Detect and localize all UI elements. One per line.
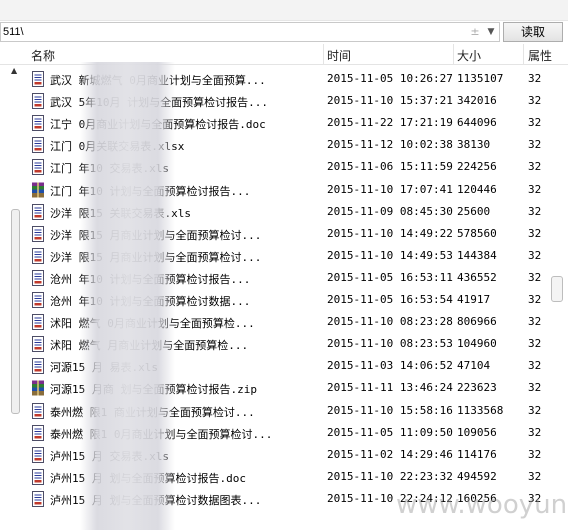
header-name[interactable]: 名称 <box>31 47 55 64</box>
file-time: 2015-11-10 17:07:41 <box>327 182 453 196</box>
file-time: 2015-11-11 13:46:24 <box>327 381 453 395</box>
file-time: 2015-11-10 14:49:53 <box>327 248 453 262</box>
file-time: 2015-11-05 10:26:27 <box>327 72 453 85</box>
file-size: 144384 <box>457 248 497 262</box>
file-attr: 32 <box>528 359 542 373</box>
document-icon <box>31 115 45 132</box>
document-icon <box>31 490 45 507</box>
file-attr: 32 <box>528 469 542 483</box>
file-time: 2015-11-22 17:21:19 <box>327 116 453 130</box>
file-time: 2015-11-02 14:29:46 <box>327 447 453 461</box>
file-time: 2015-11-10 14:49:22 <box>327 226 453 240</box>
file-attr: 32 <box>528 293 542 306</box>
file-size: 114176 <box>457 447 497 461</box>
file-attr: 32 <box>528 116 542 130</box>
file-size: 25600 <box>457 204 491 218</box>
file-size: 1133568 <box>457 403 504 417</box>
file-time: 2015-11-10 15:37:21 <box>327 94 453 108</box>
document-icon <box>31 314 45 331</box>
file-size: 644096 <box>457 116 497 130</box>
document-icon <box>31 446 45 463</box>
file-size: 104960 <box>457 337 497 351</box>
file-attr: 32 <box>528 447 542 461</box>
file-attr: 32 <box>528 182 542 196</box>
file-size: 41917 <box>457 293 491 306</box>
file-attr: 32 <box>528 337 542 351</box>
document-icon <box>31 71 45 87</box>
archive-icon <box>31 182 45 198</box>
file-size: 47104 <box>457 359 491 373</box>
file-attr: 32 <box>528 425 542 439</box>
header-size[interactable]: 大小 <box>457 47 481 64</box>
file-size: 436552 <box>457 270 497 284</box>
document-icon <box>31 93 45 110</box>
file-time: 2015-11-05 16:53:11 <box>327 270 453 284</box>
document-icon <box>31 137 45 154</box>
document-icon <box>31 358 45 375</box>
file-size: 342016 <box>457 94 497 108</box>
chevron-down-icon[interactable]: ▼ <box>485 25 497 39</box>
file-attr: 32 <box>528 403 542 417</box>
document-icon <box>31 468 45 485</box>
file-time: 2015-11-09 08:45:30 <box>327 204 453 218</box>
file-attr: 32 <box>528 204 542 218</box>
file-attr: 32 <box>528 381 542 395</box>
column-divider[interactable] <box>323 44 324 64</box>
file-attr: 32 <box>528 94 542 108</box>
file-time: 2015-11-12 10:02:38 <box>327 138 453 152</box>
file-size: 223623 <box>457 381 497 395</box>
file-attr: 32 <box>528 226 542 240</box>
column-divider[interactable] <box>523 44 524 64</box>
document-icon <box>31 247 45 264</box>
watermark: www.wooyun.org <box>396 490 568 520</box>
file-size: 224256 <box>457 160 497 174</box>
document-icon <box>31 336 45 353</box>
file-time: 2015-11-10 15:58:16 <box>327 403 453 417</box>
path-input[interactable]: 511\ ± ▼ <box>0 22 500 42</box>
read-button[interactable]: 读取 <box>503 22 563 42</box>
document-icon <box>31 203 45 220</box>
document-icon <box>31 269 45 286</box>
file-attr: 32 <box>528 270 542 284</box>
file-time: 2015-11-10 22:23:32 <box>327 469 453 483</box>
file-time: 2015-11-03 14:06:52 <box>327 359 453 373</box>
document-icon <box>31 292 45 308</box>
plus-minus-icon[interactable]: ± <box>469 25 481 39</box>
file-size: 494592 <box>457 469 497 483</box>
document-icon <box>31 402 45 419</box>
file-time: 2015-11-05 11:09:50 <box>327 425 453 439</box>
column-divider[interactable] <box>453 44 454 64</box>
file-size: 38130 <box>457 138 491 152</box>
redaction-blur <box>80 62 175 530</box>
path-text: 511\ <box>3 26 24 38</box>
archive-icon <box>31 380 45 396</box>
document-icon <box>31 159 45 176</box>
document-icon <box>31 225 45 242</box>
file-attr: 32 <box>528 72 542 85</box>
file-attr: 32 <box>528 138 542 152</box>
file-attr: 32 <box>528 160 542 174</box>
document-icon <box>31 424 45 441</box>
file-attr: 32 <box>528 315 542 329</box>
file-size: 806966 <box>457 315 497 329</box>
file-time: 2015-11-05 16:53:54 <box>327 293 453 306</box>
file-size: 1135107 <box>457 72 504 85</box>
header-attr[interactable]: 属性 <box>528 47 552 64</box>
toolbar-strip <box>0 0 568 21</box>
file-time: 2015-11-10 08:23:53 <box>327 337 453 351</box>
file-attr: 32 <box>528 248 542 262</box>
file-time: 2015-11-06 15:11:59 <box>327 160 453 174</box>
file-size: 109056 <box>457 425 497 439</box>
file-size: 578560 <box>457 226 497 240</box>
file-time: 2015-11-10 08:23:28 <box>327 315 453 329</box>
header-time[interactable]: 时间 <box>327 47 351 64</box>
file-size: 120446 <box>457 182 497 196</box>
